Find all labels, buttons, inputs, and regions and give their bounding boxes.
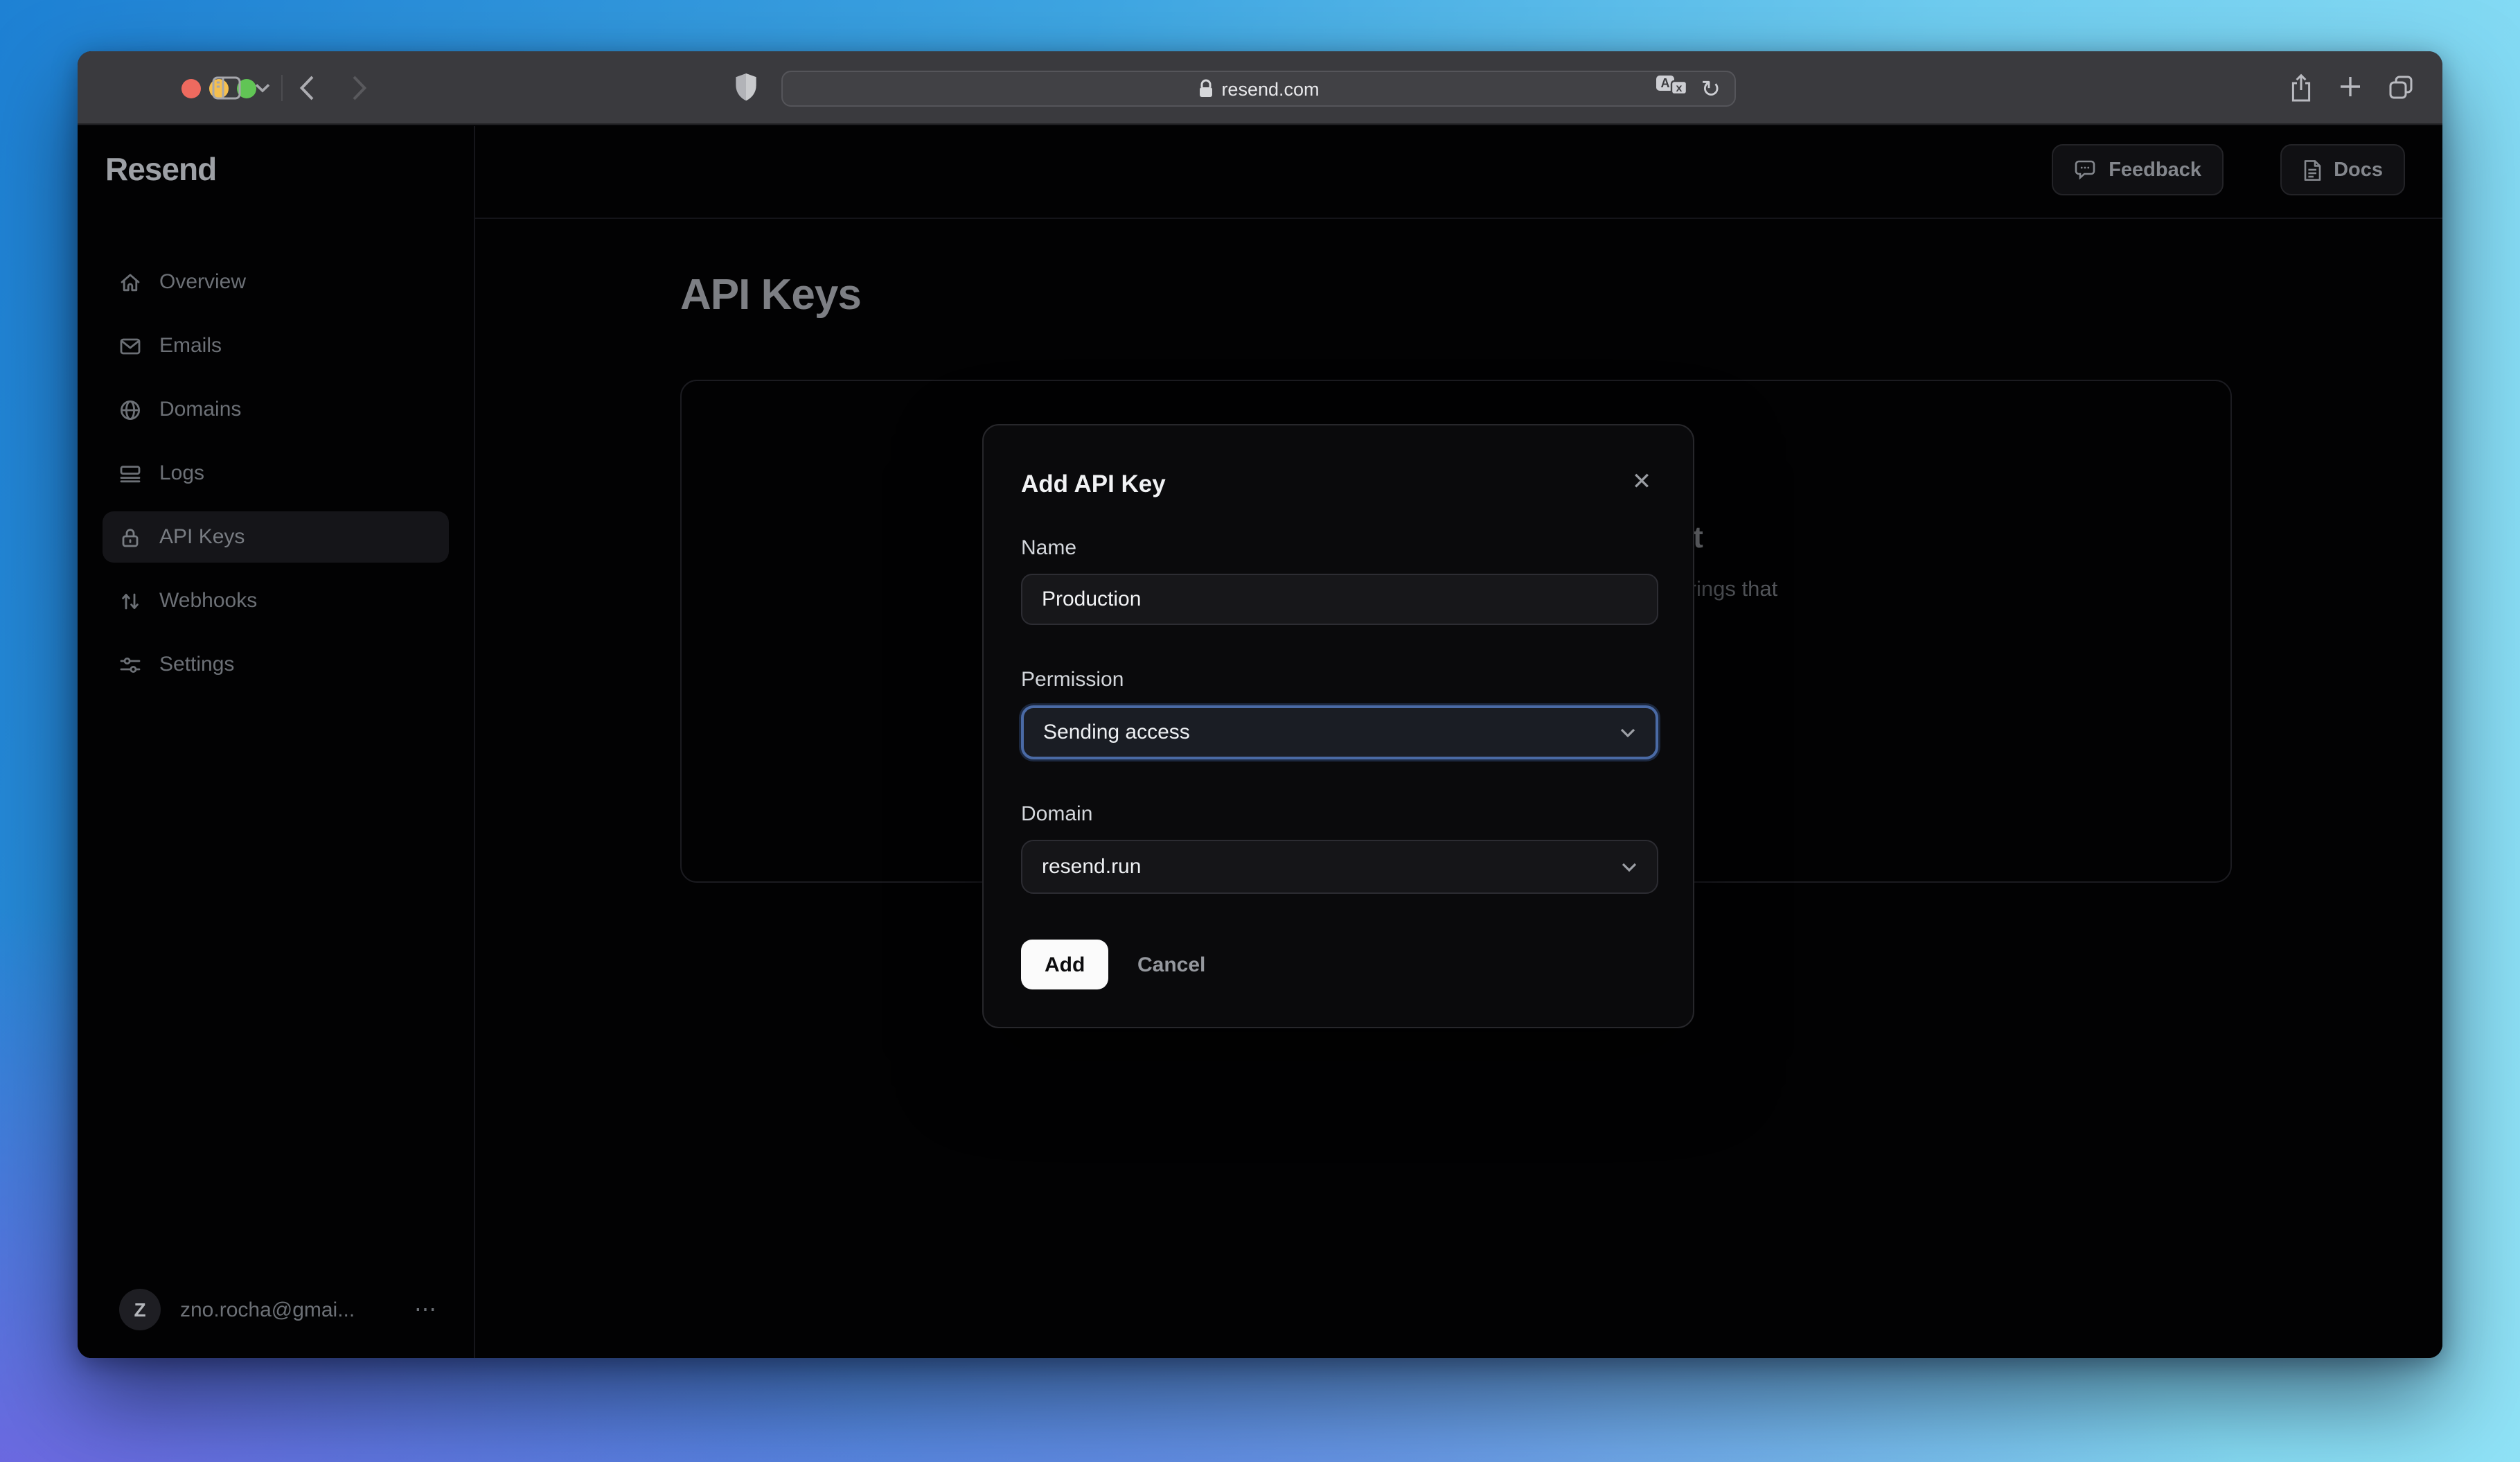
sidebar-toggle-icon[interactable] — [212, 76, 241, 100]
globe-icon — [120, 399, 141, 420]
domain-select[interactable]: resend.run — [1021, 840, 1658, 894]
docs-button[interactable]: Docs — [2280, 144, 2405, 195]
tab-group-chevron-icon[interactable] — [255, 83, 270, 93]
permission-label: Permission — [1021, 668, 1124, 692]
translate-icon[interactable]: A x — [1656, 75, 1687, 103]
tab-overview-icon[interactable] — [2388, 75, 2413, 100]
lock-icon — [1199, 79, 1212, 97]
address-bar[interactable]: resend.com A x ↻ — [781, 71, 1736, 107]
svg-text:A: A — [1660, 76, 1669, 90]
privacy-shield-icon[interactable] — [734, 72, 758, 103]
add-button[interactable]: Add — [1021, 940, 1109, 989]
sidebar-item-webhooks[interactable]: Webhooks — [103, 575, 449, 626]
back-button-icon[interactable] — [299, 75, 314, 101]
close-window-button[interactable] — [181, 78, 201, 98]
feedback-label: Feedback — [2109, 159, 2201, 181]
home-icon — [121, 273, 140, 291]
browser-window: resend.com A x ↻ Resend Overview Emails … — [78, 51, 2442, 1358]
sidebar-item-label: Webhooks — [159, 589, 258, 613]
permission-select[interactable]: Sending access — [1021, 705, 1658, 759]
close-icon[interactable]: ✕ — [1626, 467, 1657, 497]
docs-page-icon — [2303, 159, 2321, 180]
chevron-down-icon — [1620, 727, 1636, 738]
user-menu-ellipsis-icon[interactable]: ⋯ — [414, 1296, 438, 1323]
avatar: Z — [119, 1289, 161, 1330]
sidebar-nav: Overview Emails Domains Logs API Keys We… — [103, 256, 449, 703]
domain-value: resend.run — [1042, 855, 1142, 879]
feedback-bubble-icon — [2075, 160, 2095, 180]
cancel-button[interactable]: Cancel — [1137, 940, 1205, 989]
sidebar-item-label: Logs — [159, 461, 205, 485]
resend-logo: Resend — [105, 151, 217, 187]
user-account-row[interactable]: Z zno.rocha@gmai... ⋯ — [100, 1286, 454, 1333]
name-label: Name — [1021, 536, 1077, 560]
logs-icon — [120, 465, 141, 482]
sidebar-item-label: API Keys — [159, 525, 245, 549]
modal-title: Add API Key — [1021, 470, 1166, 497]
sidebar-item-label: Overview — [159, 270, 247, 294]
sidebar: Resend Overview Emails Domains Logs API … — [78, 126, 475, 1358]
sidebar-item-domains[interactable]: Domains — [103, 384, 449, 435]
add-api-key-modal: Add API Key ✕ Name Permission Sending ac… — [982, 424, 1694, 1028]
browser-toolbar: resend.com A x ↻ — [78, 51, 2442, 125]
sidebar-item-api-keys[interactable]: API Keys — [103, 511, 449, 563]
forward-button-icon[interactable] — [352, 75, 367, 101]
sidebar-item-label: Settings — [159, 653, 235, 676]
mail-icon — [120, 337, 141, 354]
chevron-down-icon — [1621, 861, 1638, 872]
share-icon[interactable] — [2290, 73, 2312, 103]
permission-value: Sending access — [1043, 721, 1190, 744]
sidebar-item-settings[interactable]: Settings — [103, 639, 449, 690]
name-input[interactable] — [1021, 574, 1658, 625]
sidebar-item-overview[interactable]: Overview — [103, 256, 449, 308]
toolbar-divider — [281, 75, 283, 101]
sidebar-item-logs[interactable]: Logs — [103, 448, 449, 499]
reload-icon[interactable]: ↻ — [1701, 77, 1721, 100]
new-tab-icon[interactable] — [2339, 75, 2362, 98]
sidebar-item-label: Emails — [159, 334, 222, 358]
svg-text:x: x — [1676, 82, 1682, 94]
arrows-up-down-icon — [122, 592, 139, 609]
page-title: API Keys — [680, 270, 862, 319]
user-email: zno.rocha@gmai... — [180, 1298, 355, 1321]
main-header: Feedback Docs — [475, 126, 2442, 219]
lock-icon — [122, 528, 139, 547]
domain-label: Domain — [1021, 802, 1093, 826]
desktop-background: resend.com A x ↻ Resend Overview Emails … — [0, 0, 2520, 1462]
docs-label: Docs — [2334, 159, 2383, 181]
feedback-button[interactable]: Feedback — [2052, 144, 2224, 195]
sliders-icon — [120, 657, 141, 672]
url-text: resend.com — [1221, 78, 1320, 99]
sidebar-item-label: Domains — [159, 398, 242, 421]
sidebar-item-emails[interactable]: Emails — [103, 320, 449, 371]
